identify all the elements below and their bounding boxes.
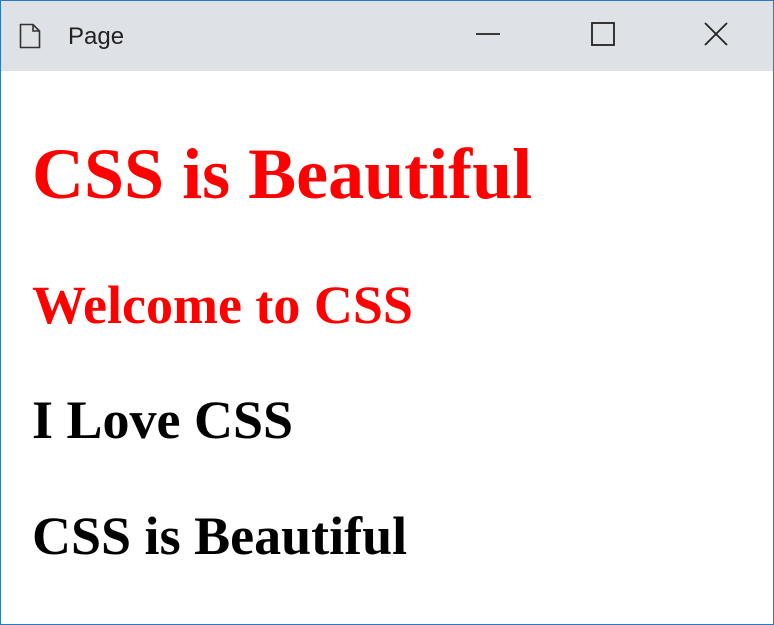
maximize-icon [590, 21, 616, 52]
title-bar[interactable]: Page [1, 1, 773, 71]
heading-welcome-to-css: Welcome to CSS [32, 275, 413, 335]
heading-css-is-beautiful-black: CSS is Beautiful [32, 506, 408, 566]
minimize-button[interactable] [453, 1, 523, 71]
minimize-icon [475, 21, 501, 52]
window-title: Page [68, 23, 125, 50]
page-document-icon [19, 23, 41, 49]
heading-css-is-beautiful-red: CSS is Beautiful [32, 134, 533, 214]
browser-window: Page CSS is Beautiful Welcome to CSS I L… [0, 0, 774, 625]
close-button[interactable] [681, 1, 751, 71]
heading-i-love-css: I Love CSS [32, 390, 294, 450]
maximize-button[interactable] [568, 1, 638, 71]
close-icon [703, 21, 729, 52]
